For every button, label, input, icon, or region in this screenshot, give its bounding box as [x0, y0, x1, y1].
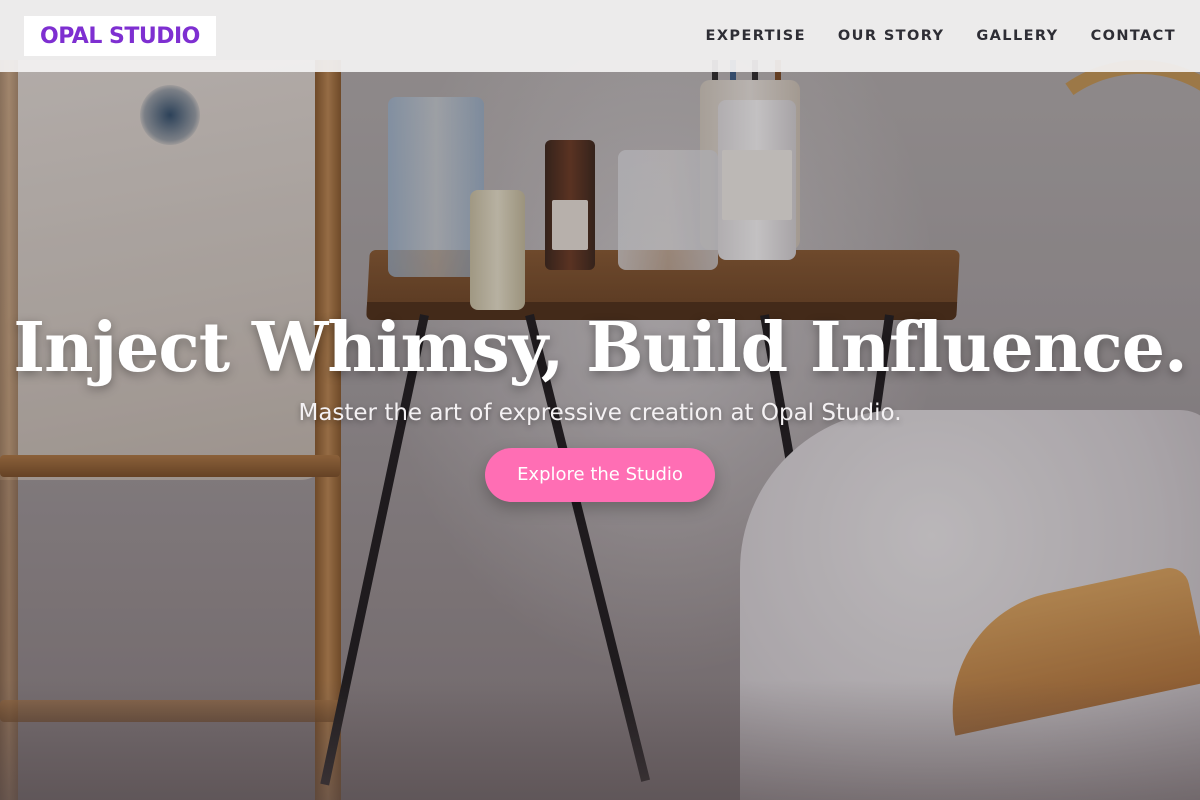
- site-header: OPAL STUDIO EXPERTISE OUR STORY GALLERY …: [0, 0, 1200, 72]
- hero-content: Inject Whimsy, Build Influence. Master t…: [0, 300, 1200, 502]
- nav-link-our-story[interactable]: OUR STORY: [838, 28, 944, 44]
- explore-studio-button[interactable]: Explore the Studio: [485, 448, 715, 502]
- nav-link-gallery[interactable]: GALLERY: [976, 28, 1058, 44]
- brand-logo[interactable]: OPAL STUDIO: [24, 16, 216, 56]
- hero-subheadline: Master the art of expressive creation at…: [298, 400, 902, 426]
- hero-headline: Inject Whimsy, Build Influence.: [13, 308, 1187, 388]
- nav-link-expertise[interactable]: EXPERTISE: [706, 28, 806, 44]
- nav-link-contact[interactable]: CONTACT: [1091, 28, 1176, 44]
- main-nav: EXPERTISE OUR STORY GALLERY CONTACT: [706, 28, 1176, 44]
